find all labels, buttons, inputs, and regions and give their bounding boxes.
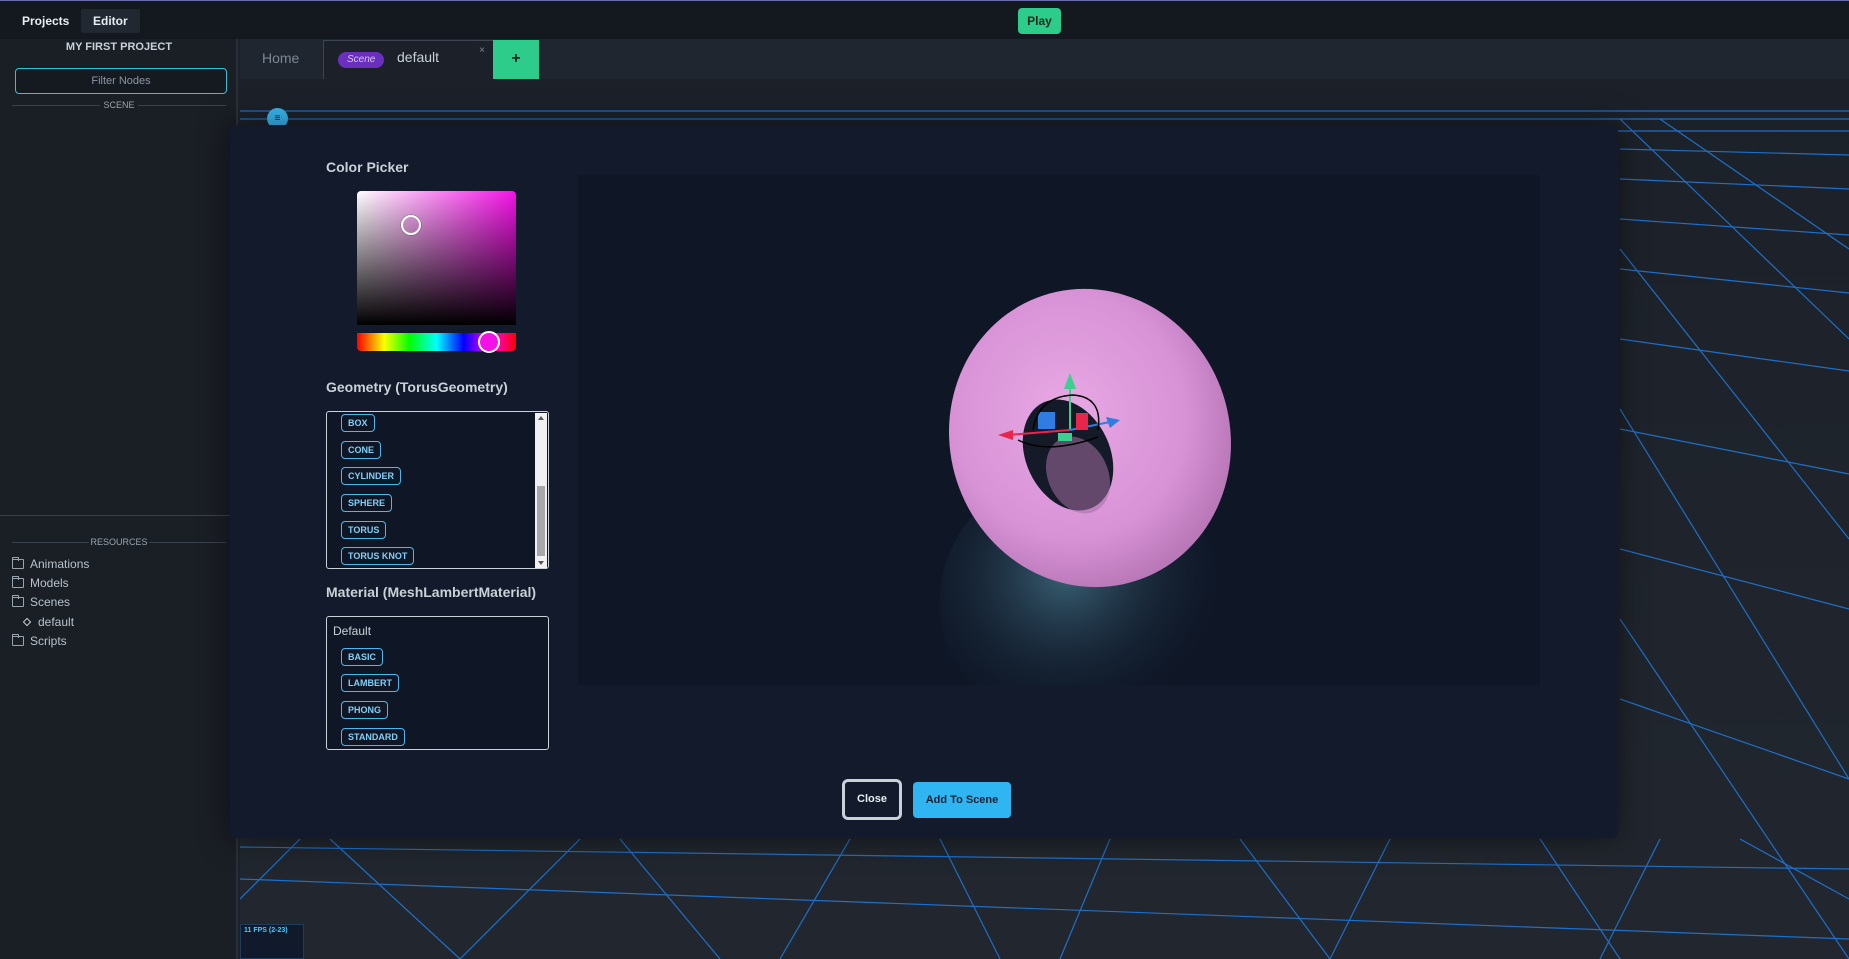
material-option-lambert[interactable]: LAMBERT bbox=[341, 674, 399, 692]
scene-tab-label: default bbox=[397, 49, 440, 65]
object-preview[interactable] bbox=[578, 175, 1540, 685]
resource-label: default bbox=[38, 615, 75, 629]
folder-icon bbox=[12, 634, 24, 646]
add-object-modal: Color Picker Geometry (TorusGeometry) BO… bbox=[230, 125, 1618, 838]
resource-label: Scripts bbox=[30, 634, 67, 648]
color-picker-label: Color Picker bbox=[326, 159, 409, 175]
geometry-option-cylinder[interactable]: CYLINDER bbox=[341, 467, 402, 485]
folder-icon bbox=[12, 557, 24, 569]
scroll-down-icon[interactable] bbox=[538, 561, 544, 565]
editor-tab[interactable]: Editor bbox=[81, 9, 140, 33]
resources-section-label: RESOURCES bbox=[90, 537, 148, 547]
resource-models[interactable]: Models bbox=[12, 575, 69, 591]
color-handle[interactable] bbox=[401, 215, 421, 235]
scene-badge: Scene bbox=[338, 52, 385, 68]
geometry-label: Geometry (TorusGeometry) bbox=[326, 379, 508, 395]
resource-label: Scenes bbox=[30, 595, 71, 609]
resource-label: Models bbox=[30, 576, 69, 590]
resource-label: Animations bbox=[30, 557, 90, 571]
projects-tab[interactable]: Projects bbox=[10, 9, 81, 33]
hue-slider[interactable] bbox=[357, 331, 516, 353]
geometry-option-box[interactable]: BOX bbox=[341, 414, 375, 432]
add-to-scene-button[interactable]: Add To Scene bbox=[913, 782, 1011, 818]
sidebar: MY FIRST PROJECT Filter Nodes SCENE RESO… bbox=[0, 39, 238, 959]
material-option-standard[interactable]: STANDARD bbox=[341, 728, 405, 746]
material-option-basic[interactable]: BASIC bbox=[341, 648, 384, 666]
resource-scripts[interactable]: Scripts bbox=[12, 633, 67, 649]
top-bar: Projects Editor Play bbox=[0, 0, 1849, 39]
close-tab-icon[interactable]: × bbox=[479, 45, 485, 56]
add-tab-button[interactable]: + bbox=[493, 40, 539, 79]
divider bbox=[138, 105, 226, 106]
material-label: Material (MeshLambertMaterial) bbox=[326, 584, 537, 600]
folder-icon bbox=[12, 576, 24, 588]
material-default-label: Default bbox=[333, 624, 372, 638]
scroll-thumb[interactable] bbox=[537, 486, 545, 556]
resource-animations[interactable]: Animations bbox=[12, 556, 89, 572]
color-saturation-panel[interactable] bbox=[357, 191, 516, 325]
material-list[interactable]: Default BASIC LAMBERT PHONG STANDARD bbox=[326, 616, 549, 750]
filter-nodes-input[interactable]: Filter Nodes bbox=[15, 68, 227, 94]
scroll-up-icon[interactable] bbox=[538, 416, 544, 420]
geometry-option-torus[interactable]: TORUS bbox=[341, 521, 387, 539]
hue-handle[interactable] bbox=[478, 331, 500, 353]
divider bbox=[149, 542, 226, 543]
tab-home[interactable]: Home bbox=[262, 50, 299, 66]
tab-scene-default[interactable]: Scene default × bbox=[323, 40, 494, 79]
project-title: MY FIRST PROJECT bbox=[65, 41, 173, 53]
resource-scene-default[interactable]: default bbox=[12, 614, 74, 630]
geometry-option-cone[interactable]: CONE bbox=[341, 441, 382, 459]
geometry-option-torus-knot[interactable]: TORUS KNOT bbox=[341, 547, 415, 565]
play-button[interactable]: Play bbox=[1018, 8, 1061, 34]
geometry-scrollbar[interactable] bbox=[535, 413, 547, 568]
scene-section-label: SCENE bbox=[103, 100, 135, 110]
fps-counter: 11 FPS (2-23) bbox=[240, 924, 304, 959]
diamond-icon bbox=[22, 617, 32, 627]
torus-preview bbox=[939, 288, 1231, 685]
folder-open-icon bbox=[12, 595, 24, 607]
close-button[interactable]: Close bbox=[842, 779, 902, 820]
resources-divider bbox=[0, 515, 230, 516]
geometry-option-sphere[interactable]: SPHERE bbox=[341, 494, 393, 512]
divider bbox=[12, 542, 89, 543]
divider bbox=[12, 105, 100, 106]
editor-tabs: Home Scene default × + bbox=[240, 39, 1849, 79]
resource-scenes[interactable]: Scenes bbox=[12, 594, 70, 610]
geometry-list[interactable]: BOX CONE CYLINDER SPHERE TORUS TORUS KNO… bbox=[326, 411, 549, 569]
material-option-phong[interactable]: PHONG bbox=[341, 701, 389, 719]
